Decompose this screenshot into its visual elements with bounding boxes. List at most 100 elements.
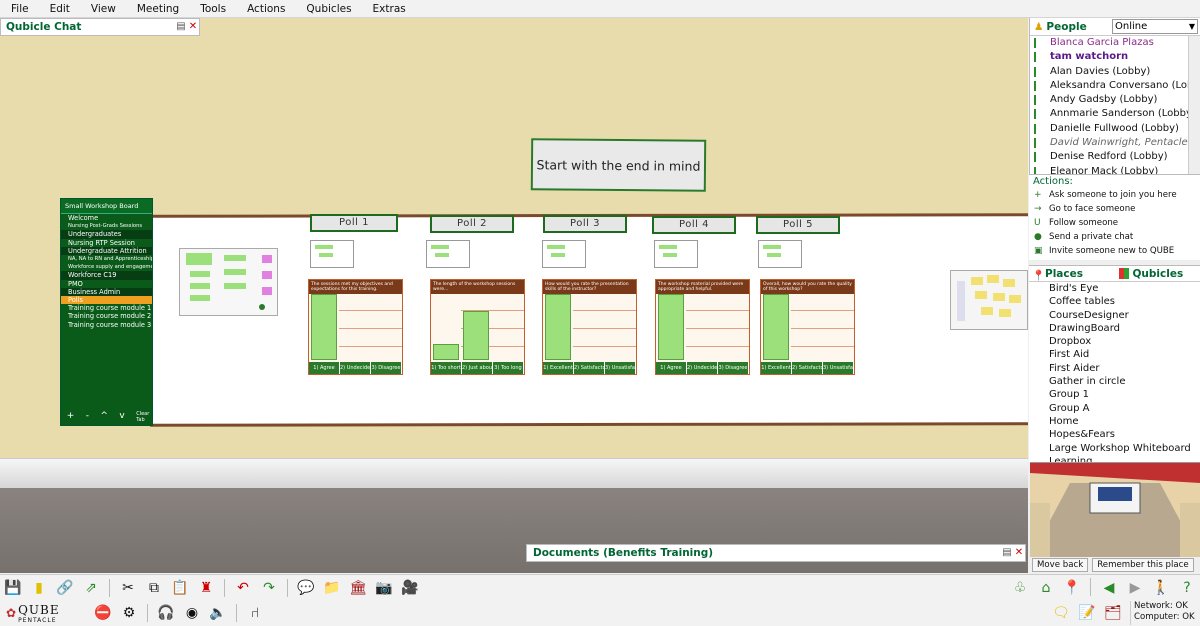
poll-result-chart[interactable]: Overall, how would you rate the quality … — [760, 279, 855, 375]
board-tab-item[interactable]: Workforce supply and engagement — [61, 263, 152, 271]
person-list-item[interactable]: Danielle Fullwood (Lobby) — [1030, 122, 1189, 136]
place-list-item[interactable]: First Aid — [1029, 348, 1200, 361]
arrow-right-icon[interactable]: ▶ — [1125, 578, 1145, 598]
person-list-item[interactable]: Denise Redford (Lobby) — [1030, 150, 1189, 164]
place-list-item[interactable]: Group A — [1029, 402, 1200, 415]
action-item[interactable]: → Go to face someone — [1029, 202, 1200, 216]
seat-icon[interactable]: ⑁ — [245, 603, 265, 623]
whiteboard-thumbnail-right[interactable] — [950, 270, 1028, 330]
place-list-item[interactable]: Home — [1029, 415, 1200, 428]
person-list-item[interactable]: Alan Davies (Lobby) — [1030, 65, 1189, 79]
new-document-icon[interactable]: ▮ — [29, 578, 49, 598]
board-down-button[interactable]: v — [119, 411, 124, 423]
poll-question-card[interactable] — [426, 240, 470, 268]
menu-meeting[interactable]: Meeting — [126, 0, 189, 18]
menu-extras[interactable]: Extras — [362, 0, 416, 18]
speaker-icon[interactable]: 🔈 — [208, 603, 228, 623]
share-icon[interactable]: ⇗ — [81, 578, 101, 598]
place-list-item[interactable]: Learning — [1029, 455, 1200, 462]
board-remove-button[interactable]: - — [86, 411, 89, 423]
board-tab-item[interactable]: Undergraduate Attrition — [61, 246, 152, 256]
board-tab-item[interactable]: PMO — [61, 280, 152, 288]
home-icon[interactable]: ⌂ — [1036, 578, 1056, 598]
poll-title[interactable]: Poll 1 — [310, 214, 398, 232]
chat-bubbles-icon[interactable]: 🗨 — [1051, 603, 1071, 623]
3d-scene-viewport[interactable]: Start with the end in mind Small Worksho… — [0, 18, 1028, 573]
board-up-button[interactable]: ^ — [100, 411, 108, 423]
board-tab-item[interactable]: Nursing Post-Grads Sessions — [61, 222, 152, 230]
video-camera-icon[interactable]: 🎥 — [400, 578, 420, 598]
board-tab-item[interactable]: Business Admin — [61, 287, 152, 297]
chat-icon[interactable]: 💬 — [296, 578, 316, 598]
board-tab-item[interactable]: Welcome — [61, 214, 152, 222]
person-list-item[interactable]: David Wainwright, Pentacle (L — [1030, 136, 1189, 150]
save-icon[interactable]: 💾 — [3, 578, 23, 598]
board-clear-tab-button[interactable]: Clear Tab — [136, 411, 149, 423]
poll-result-chart[interactable]: The workshop material provided were appr… — [655, 279, 750, 375]
menu-view[interactable]: View — [80, 0, 126, 18]
tab-places[interactable]: 📍 Places — [1029, 266, 1113, 282]
place-list-item[interactable]: Hopes&Fears — [1029, 428, 1200, 441]
walk-icon[interactable]: 🚶 — [1151, 578, 1171, 598]
notes-icon[interactable]: 📝 — [1077, 603, 1097, 623]
poll-title[interactable]: Poll 4 — [652, 215, 736, 234]
action-item[interactable]: ▣ Invite someone new to QUBE — [1029, 244, 1200, 258]
poll-question-card[interactable] — [310, 240, 354, 268]
help-icon[interactable]: ? — [1177, 578, 1197, 598]
menu-actions[interactable]: Actions — [236, 0, 295, 18]
eraser-icon[interactable]: ♜ — [196, 578, 216, 598]
people-scrollbar[interactable] — [1188, 36, 1200, 174]
detach-icon[interactable]: ▤ — [1001, 547, 1013, 559]
wall-banner[interactable]: Start with the end in mind — [530, 138, 707, 192]
workshop-board[interactable]: Small Workshop Board Welcome Nursing Post… — [60, 198, 153, 426]
place-list-item[interactable]: Bird's Eye — [1029, 282, 1200, 295]
poll-question-card[interactable] — [542, 240, 586, 268]
board-tab-item[interactable]: Undergraduates — [61, 230, 152, 239]
webcam-icon[interactable]: ◉ — [182, 603, 202, 623]
copy-icon[interactable]: ⧉ — [144, 578, 164, 598]
menu-file[interactable]: File — [0, 0, 39, 18]
poll-title[interactable]: Poll 5 — [756, 216, 840, 234]
poll-result-chart[interactable]: How would you rate the presentation skil… — [542, 279, 637, 375]
remember-place-button[interactable]: Remember this place — [1092, 558, 1194, 572]
headset-icon[interactable]: 🎧 — [156, 603, 176, 623]
place-list-item[interactable]: First Aider — [1029, 362, 1200, 375]
place-list-item[interactable]: Coffee tables — [1029, 295, 1200, 308]
close-icon[interactable]: ✕ — [187, 21, 199, 33]
place-list-item[interactable]: Group 1 — [1029, 388, 1200, 401]
lamp-icon[interactable]: ♧ — [1010, 578, 1030, 598]
board-tab-item[interactable]: NA, NA to RN and Apprenticeships — [61, 255, 152, 263]
board-tab-item[interactable]: Training course module 2 — [61, 312, 152, 320]
person-list-item[interactable]: Andy Gadsby (Lobby) — [1030, 93, 1189, 107]
board-tab-item[interactable]: Polls — [61, 296, 152, 305]
person-list-item[interactable]: tam watchorn — [1030, 50, 1189, 64]
undo-icon[interactable]: ↶ — [233, 578, 253, 598]
online-status-select[interactable]: Online ▼ — [1112, 19, 1198, 34]
tab-qubicles[interactable]: Qubicles — [1113, 266, 1200, 281]
place-list-item[interactable]: CourseDesigner — [1029, 309, 1200, 322]
poll-result-chart[interactable]: The sessions met my objectives and expec… — [308, 279, 403, 375]
stop-icon[interactable]: ⛔ — [93, 603, 113, 623]
move-back-button[interactable]: Move back — [1032, 558, 1089, 572]
place-list-item[interactable]: Gather in circle — [1029, 375, 1200, 388]
poll-question-card[interactable] — [758, 240, 802, 268]
qubicle-chat-panel[interactable]: Qubicle Chat ▤ ✕ — [0, 18, 200, 36]
board-tab-item[interactable]: Nursing RTP Session — [61, 239, 152, 247]
detach-icon[interactable]: ▤ — [175, 21, 187, 33]
menu-edit[interactable]: Edit — [39, 0, 80, 18]
documents-panel[interactable]: Documents (Benefits Training) ▤ ✕ — [526, 544, 1026, 562]
person-list-item[interactable]: Blanca Garcia Plazas — [1030, 36, 1189, 50]
location-pin-icon[interactable]: 📍 — [1062, 578, 1082, 598]
redo-icon[interactable]: ↷ — [259, 578, 279, 598]
whiteboard-thumbnail[interactable] — [179, 248, 278, 316]
action-item[interactable]: U Follow someone — [1029, 216, 1200, 230]
building-icon[interactable]: 🏛 — [348, 578, 368, 598]
poll-result-chart[interactable]: The length of the workshop sessions were… — [430, 279, 525, 375]
board-tab-item[interactable]: Workforce C19 — [61, 271, 152, 280]
minimap-view[interactable] — [1030, 462, 1200, 557]
settings-gear-icon[interactable]: ⚙ — [119, 603, 139, 623]
link-icon[interactable]: 🔗 — [55, 578, 75, 598]
person-list-item[interactable]: Annmarie Sanderson (Lobby) — [1030, 107, 1189, 121]
place-list-item[interactable]: Large Workshop Whiteboard — [1029, 442, 1200, 455]
action-item[interactable]: ● Send a private chat — [1029, 230, 1200, 244]
